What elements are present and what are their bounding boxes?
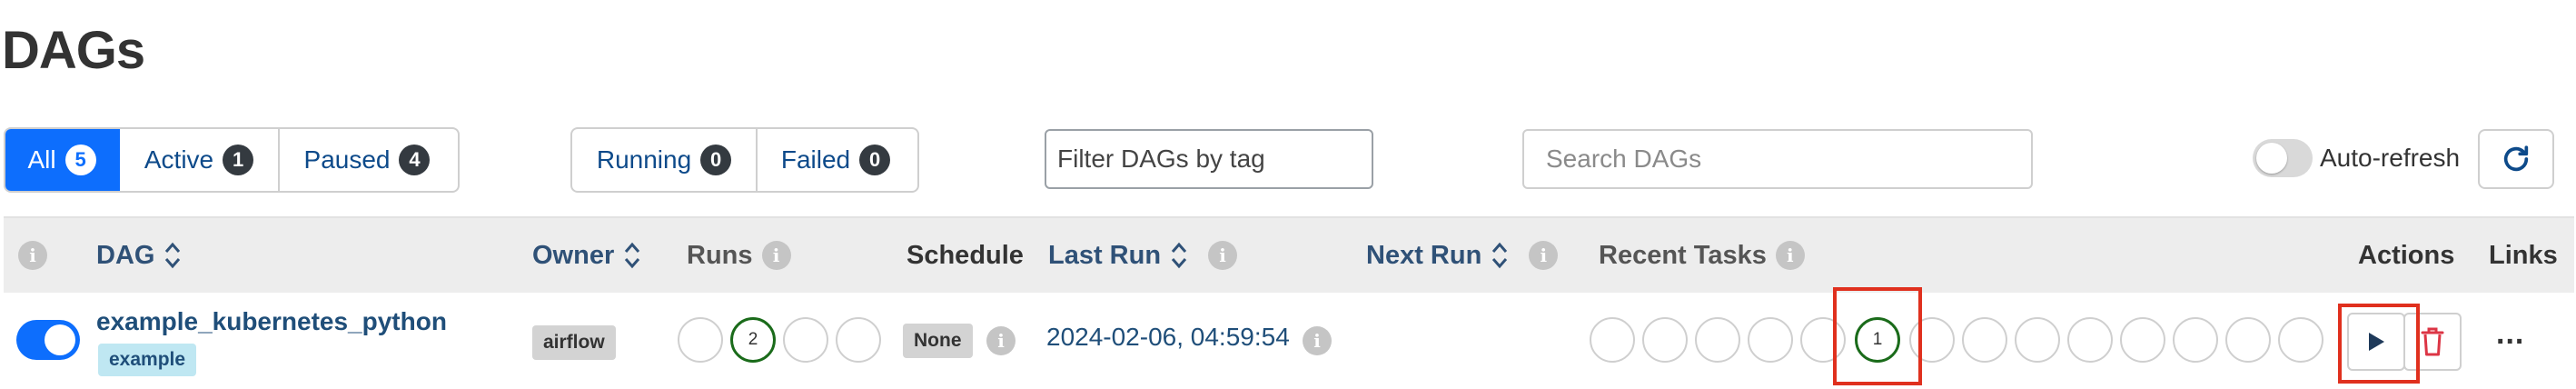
dag-pause-toggle[interactable] [16,320,80,360]
refresh-button[interactable] [2478,129,2554,189]
run-state-circle[interactable] [678,317,723,363]
info-icon[interactable]: i [1529,241,1559,270]
filter-failed-count: 0 [859,145,891,175]
info-icon[interactable]: i [986,326,1016,355]
dag-tag[interactable]: example [98,344,197,376]
filter-active-label: Active [144,145,214,174]
header-links-label: Links [2489,240,2558,270]
search-input[interactable]: Search DAGs [1522,129,2033,189]
task-state-circle[interactable] [1642,317,1688,363]
header-info: i [18,218,47,293]
tag-filter-placeholder: Filter DAGs by tag [1057,145,1265,173]
highlight-box [2338,304,2420,384]
filter-running-label: Running [596,145,692,174]
tag-filter-input[interactable]: Filter DAGs by tag [1045,129,1373,189]
run-state-circle[interactable] [783,317,828,363]
auto-refresh-toggle[interactable] [2253,139,2313,177]
run-filter-group: Running 0 Failed 0 [570,127,919,193]
last-run-link[interactable]: 2024-02-06, 04:59:54 [1046,323,1290,352]
task-state-circle[interactable] [2225,317,2271,363]
refresh-icon [2503,145,2529,172]
task-state-circle[interactable] [1748,317,1793,363]
header-actions-label: Actions [2358,240,2455,270]
header-schedule: Schedule [907,218,1024,293]
header-runs-label: Runs [687,240,753,270]
header-schedule-label: Schedule [907,240,1024,270]
dag-id-link[interactable]: example_kubernetes_python [96,307,447,336]
sort-icon [1492,242,1508,269]
header-runs: Runs i [687,218,791,293]
filter-all-label: All [27,145,56,174]
header-dag-label: DAG [96,240,155,270]
task-state-circle[interactable] [1695,317,1740,363]
auto-refresh-label: Auto-refresh [2320,144,2461,172]
highlight-box [1833,287,1922,385]
info-icon[interactable]: i [1208,241,1238,270]
run-state-circle[interactable] [836,317,881,363]
filter-active-count: 1 [223,145,254,175]
header-owner-label: Owner [532,240,615,270]
info-icon: i [18,241,47,270]
header-recent-tasks-label: Recent Tasks [1599,240,1767,270]
filter-failed-button[interactable]: Failed 0 [758,129,914,191]
trash-icon [2421,327,2444,356]
status-filter-group: All 5 Active 1 Paused 4 [4,127,460,193]
task-state-circle[interactable] [2173,317,2218,363]
filter-paused-count: 4 [399,145,431,175]
header-recent-tasks: Recent Tasks i [1599,218,1805,293]
task-state-circle[interactable] [2067,317,2113,363]
info-icon[interactable]: i [1775,241,1805,270]
header-last-run-label: Last Run [1048,240,1162,270]
filter-running-count: 0 [700,145,732,175]
sort-icon [165,242,181,269]
more-icon[interactable]: ... [2496,316,2524,352]
header-next-run-label: Next Run [1366,240,1482,270]
filter-running-button[interactable]: Running 0 [572,129,758,191]
filter-paused-button[interactable]: Paused 4 [280,129,454,191]
filter-all-button[interactable]: All 5 [5,129,120,191]
filter-active-button[interactable]: Active 1 [120,129,280,191]
task-state-circle[interactable] [1962,317,2007,363]
owner-badge[interactable]: airflow [532,325,616,360]
header-next-run[interactable]: Next Run i [1366,218,1559,293]
header-dag[interactable]: DAG [96,218,182,293]
filter-paused-label: Paused [303,145,391,174]
header-actions: Actions [2358,218,2454,293]
toggle-knob [45,324,75,355]
table-header: i DAG Owner Runs i Schedule Last Run i N… [4,216,2574,293]
task-state-circle[interactable] [2015,317,2060,363]
sort-icon [625,242,640,269]
page-title: DAGs [2,21,145,80]
filter-failed-label: Failed [780,145,851,174]
task-state-circle[interactable] [2278,317,2323,363]
toggle-knob [2256,143,2287,174]
search-placeholder: Search DAGs [1546,145,1702,173]
sort-icon [1171,242,1187,269]
task-state-circle[interactable] [2120,317,2165,363]
run-state-circle-success[interactable]: 2 [730,317,776,363]
header-last-run[interactable]: Last Run i [1048,218,1238,293]
header-links: Links [2489,218,2558,293]
info-icon[interactable]: i [1303,326,1332,355]
schedule-badge[interactable]: None [903,324,973,358]
filter-all-count: 5 [64,145,96,175]
header-owner[interactable]: Owner [532,218,641,293]
task-state-circle[interactable] [1590,317,1635,363]
info-icon[interactable]: i [761,241,791,270]
